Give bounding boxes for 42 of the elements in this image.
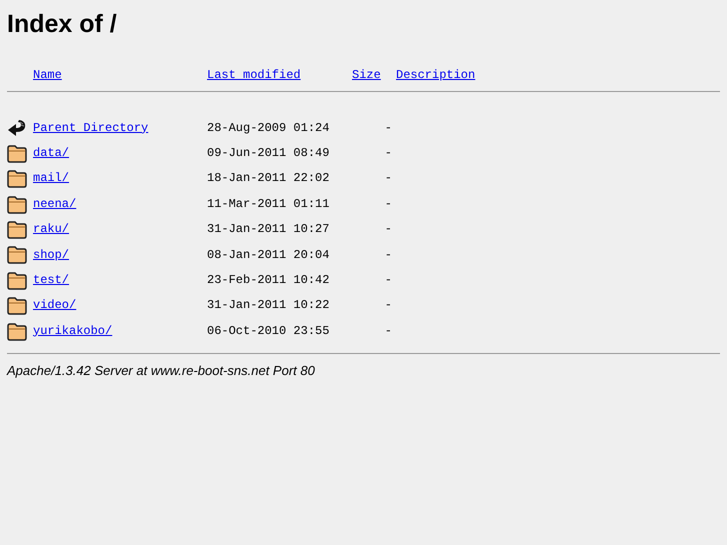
file-size: - — [384, 221, 392, 238]
directory-link[interactable]: raku/ — [33, 220, 70, 238]
file-size: - — [384, 170, 392, 188]
modified-date: 31-Jan-2011 10:27 — [207, 221, 330, 238]
directory-link[interactable]: yurikakobo/ — [33, 322, 112, 340]
modified-date: 11-Mar-2011 01:11 — [207, 196, 330, 213]
file-size: - — [384, 196, 392, 213]
folder-icon — [7, 246, 27, 264]
folder-icon — [7, 170, 27, 188]
back-arrow-icon — [7, 119, 27, 138]
last-modified-column-header[interactable]: Last modified — [207, 66, 301, 84]
file-size: - — [384, 246, 392, 264]
modified-date: 09-Jun-2011 08:49 — [207, 145, 330, 162]
file-size: - — [384, 145, 392, 162]
modified-date: 31-Jan-2011 10:22 — [207, 297, 330, 314]
directory-link[interactable]: neena/ — [33, 194, 76, 213]
folder-icon — [7, 272, 27, 290]
modified-date: 28-Aug-2009 01:24 — [207, 120, 330, 137]
modified-date: 18-Jan-2011 22:02 — [207, 170, 330, 188]
server-signature: Apache/1.3.42 Server at www.re-boot-sns.net Port 80 — [7, 362, 315, 380]
page-title: Index of / — [7, 9, 117, 39]
folder-icon — [7, 322, 27, 341]
folder-icon — [7, 220, 27, 239]
modified-date: 23-Feb-2011 10:42 — [207, 272, 330, 290]
directory-link[interactable]: data/ — [33, 144, 70, 162]
file-size: - — [384, 322, 392, 340]
name-column-header[interactable]: Name — [33, 66, 62, 84]
modified-date: 06-Oct-2010 23:55 — [207, 322, 330, 340]
file-size: - — [384, 297, 392, 314]
folder-icon — [7, 297, 27, 316]
description-column-header[interactable]: Description — [396, 66, 476, 84]
size-column-header[interactable]: Size — [352, 66, 381, 84]
directory-link[interactable]: shop/ — [33, 246, 70, 264]
folder-icon — [7, 196, 27, 214]
directory-link[interactable]: Parent Directory — [33, 118, 148, 137]
directory-link[interactable]: test/ — [33, 271, 70, 290]
folder-icon — [7, 144, 27, 163]
directory-link[interactable]: video/ — [33, 296, 76, 314]
directory-link[interactable]: mail/ — [33, 169, 70, 188]
file-size: - — [384, 272, 392, 290]
modified-date: 08-Jan-2011 20:04 — [207, 246, 330, 264]
file-size: - — [384, 120, 392, 137]
